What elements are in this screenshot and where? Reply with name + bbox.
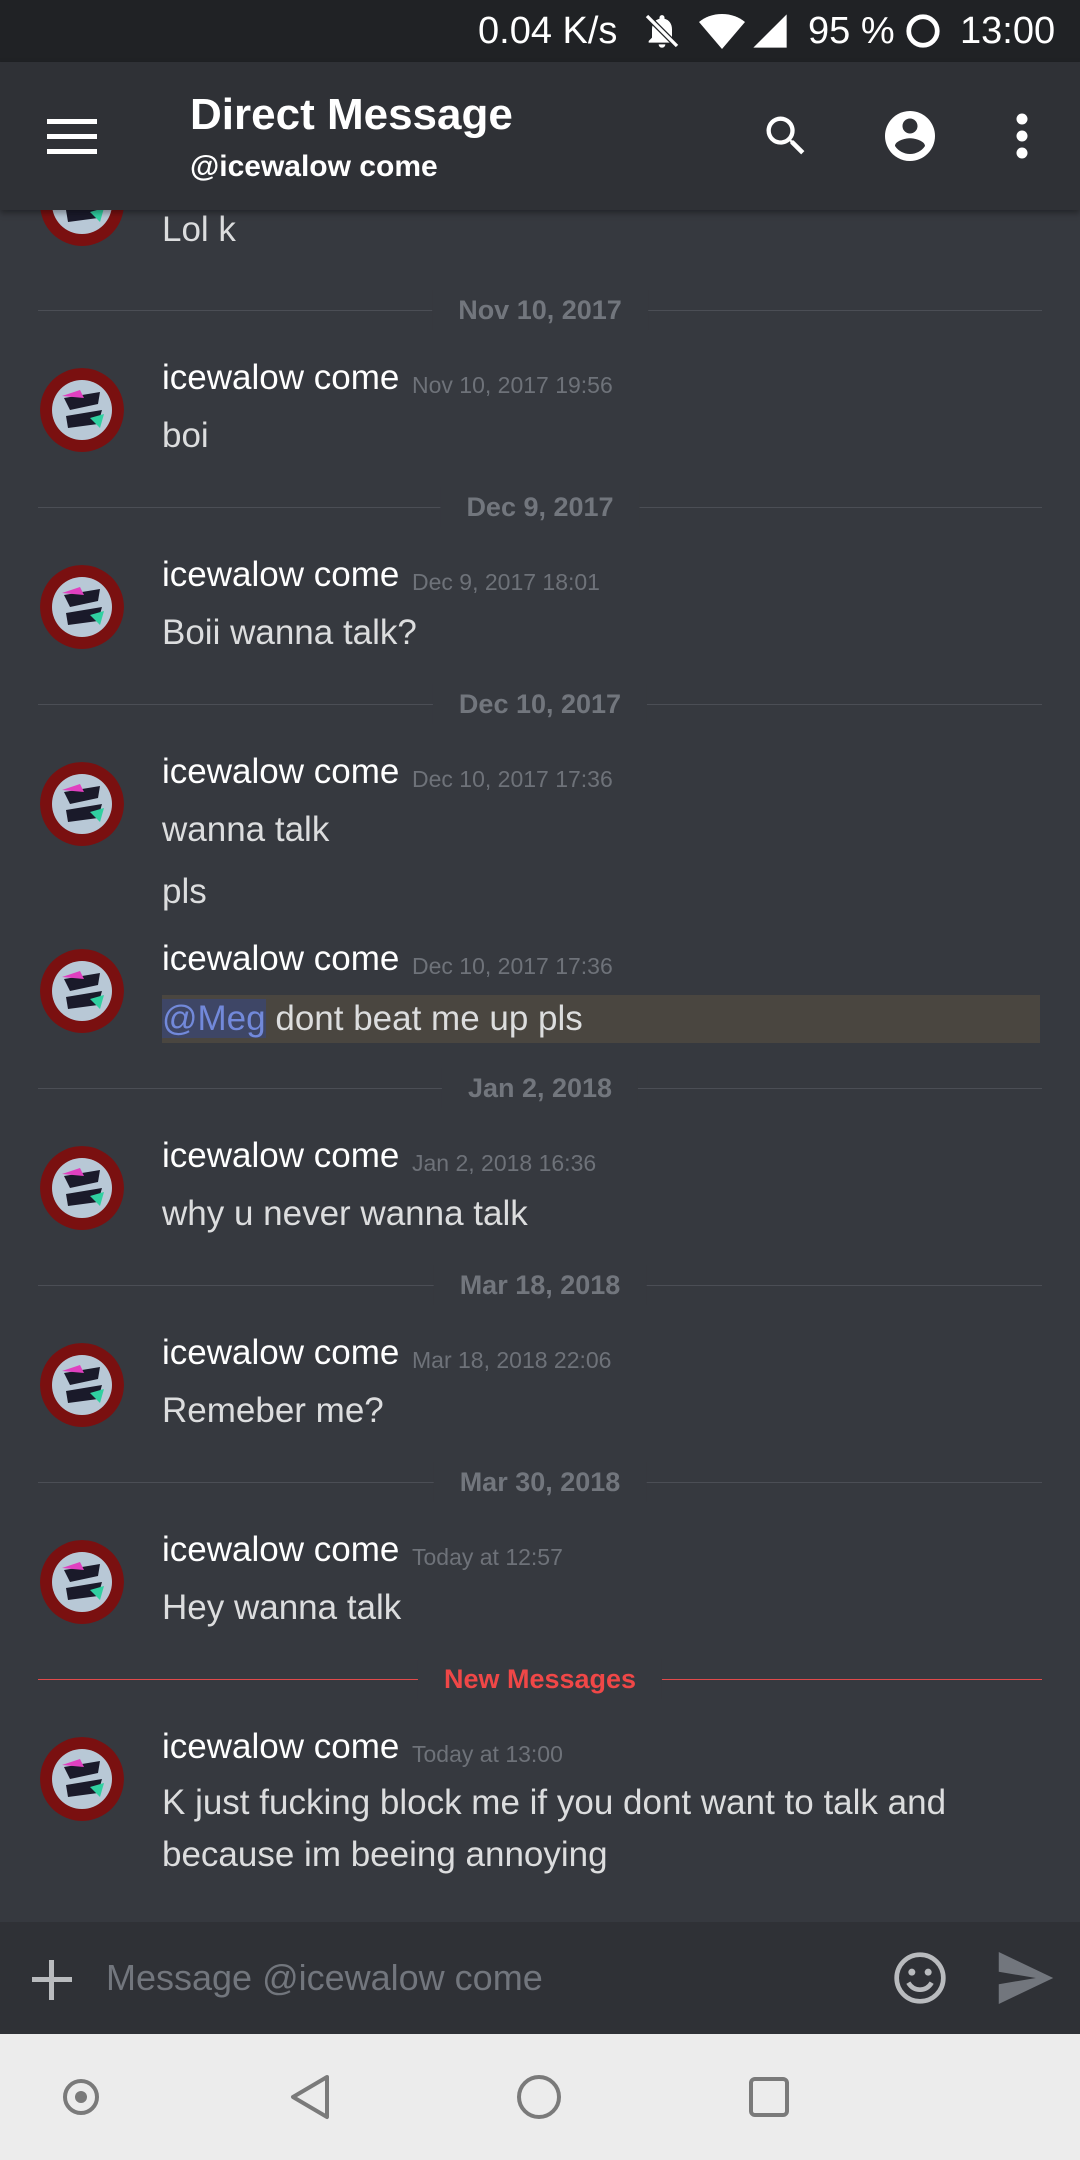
message-timestamp: Mar 18, 2018 22:06 <box>412 1347 612 1373</box>
message-author[interactable]: icewalow come <box>162 939 399 979</box>
menu-icon[interactable] <box>32 62 112 210</box>
message-text: pls <box>162 872 207 911</box>
nav-home-icon[interactable] <box>494 2034 584 2160</box>
avatar[interactable] <box>40 1146 124 1230</box>
channel-subtitle: @icewalow come <box>190 150 438 183</box>
send-icon[interactable] <box>996 1952 1056 2009</box>
page-title: Direct Message <box>190 90 513 139</box>
avatar[interactable] <box>40 1540 124 1624</box>
mute-icon <box>642 0 682 62</box>
message-author[interactable]: icewalow come <box>162 752 399 792</box>
system-nav-bar <box>0 2034 1080 2160</box>
message-author[interactable]: icewalow come <box>162 1727 399 1767</box>
message-text: Hey wanna talk <box>162 1588 402 1627</box>
avatar[interactable] <box>40 949 124 1033</box>
message-timestamp: Dec 10, 2017 17:36 <box>412 766 613 792</box>
nav-back-icon[interactable] <box>264 2034 354 2160</box>
add-icon[interactable] <box>30 1958 74 2007</box>
battery-icon <box>904 0 942 62</box>
nav-recents-icon[interactable] <box>724 2034 814 2160</box>
battery-level: 95 % <box>808 9 895 52</box>
message-input[interactable]: Message @icewalow come <box>106 1922 543 2034</box>
avatar[interactable] <box>40 762 124 846</box>
message-timestamp: Dec 10, 2017 17:36 <box>412 953 613 979</box>
message-text: Remeber me? <box>162 1391 384 1430</box>
search-icon[interactable] <box>746 62 826 210</box>
clock: 13:00 <box>960 9 1056 52</box>
date-divider: Mar 18, 2018 <box>38 1265 1042 1305</box>
message-text: K just fucking block me if you dont want… <box>162 1783 947 1874</box>
date-divider: Dec 10, 2017 <box>38 684 1042 724</box>
wifi-icon <box>698 0 746 62</box>
message-author[interactable]: icewalow come <box>162 1136 399 1176</box>
network-speed: 0.04 K/s <box>478 9 618 52</box>
message-timestamp: Today at 12:57 <box>412 1544 563 1570</box>
status-bar: 0.04 K/s 95 % 13:00 <box>0 0 1080 62</box>
emoji-icon[interactable] <box>892 1950 948 2011</box>
new-messages-divider: New Messages <box>38 1659 1042 1699</box>
message-text: wanna talk <box>162 810 330 849</box>
message-timestamp: Dec 9, 2017 18:01 <box>412 569 600 595</box>
avatar[interactable] <box>40 565 124 649</box>
avatar[interactable] <box>40 1343 124 1427</box>
date-divider: Dec 9, 2017 <box>38 487 1042 527</box>
signal-icon <box>750 0 790 62</box>
account-icon[interactable] <box>870 62 950 210</box>
nav-assist-icon[interactable] <box>36 2034 126 2160</box>
message-composer: Message @icewalow come <box>0 1922 1080 2034</box>
message-author[interactable]: icewalow come <box>162 358 399 398</box>
app-bar: Direct Message @icewalow come <box>0 62 1080 210</box>
message-text: boi <box>162 416 209 455</box>
message-author[interactable]: icewalow come <box>162 1530 399 1570</box>
message-text: Boii wanna talk? <box>162 613 417 652</box>
message-timestamp: Jan 2, 2018 16:36 <box>412 1150 597 1176</box>
avatar[interactable] <box>40 1737 124 1821</box>
message-author[interactable]: icewalow come <box>162 555 399 595</box>
avatar[interactable] <box>40 368 124 452</box>
message-text: @Meg dont beat me up pls <box>162 995 583 1043</box>
more-vert-icon[interactable] <box>1000 62 1044 210</box>
message-text: Lol k <box>162 210 236 249</box>
message-text: why u never wanna talk <box>162 1194 528 1233</box>
avatar[interactable] <box>40 210 124 246</box>
message-list[interactable]: Lol k Nov 10, 2017 icewalow come Nov 10,… <box>0 210 1080 1922</box>
message-timestamp: Nov 10, 2017 19:56 <box>412 372 613 398</box>
message-text-rest: dont beat me up pls <box>265 999 583 1038</box>
date-divider: Mar 30, 2018 <box>38 1462 1042 1502</box>
message-author[interactable]: icewalow come <box>162 1333 399 1373</box>
message-timestamp: Today at 13:00 <box>412 1741 563 1767</box>
date-divider: Nov 10, 2017 <box>38 290 1042 330</box>
date-divider: Jan 2, 2018 <box>38 1068 1042 1108</box>
user-mention[interactable]: @Meg <box>162 999 266 1038</box>
